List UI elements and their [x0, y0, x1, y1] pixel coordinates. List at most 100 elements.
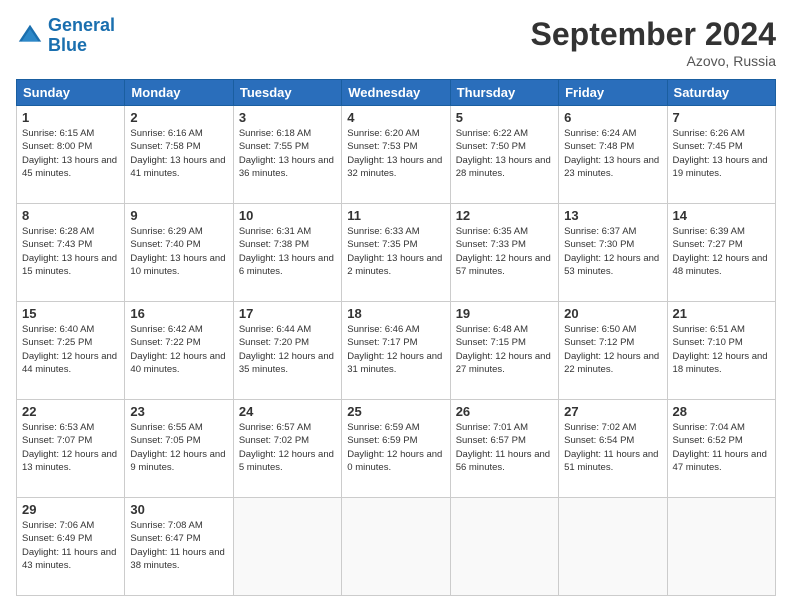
calendar-cell	[450, 498, 558, 596]
day-number: 16	[130, 306, 227, 321]
day-number: 9	[130, 208, 227, 223]
calendar-cell: 17 Sunrise: 6:44 AMSunset: 7:20 PMDaylig…	[233, 302, 341, 400]
month-title: September 2024	[531, 16, 776, 53]
calendar-cell: 26 Sunrise: 7:01 AMSunset: 6:57 PMDaylig…	[450, 400, 558, 498]
day-number: 25	[347, 404, 444, 419]
day-info: Sunrise: 6:40 AMSunset: 7:25 PMDaylight:…	[22, 323, 119, 376]
calendar-week-2: 8 Sunrise: 6:28 AMSunset: 7:43 PMDayligh…	[17, 204, 776, 302]
logo: General Blue	[16, 16, 115, 56]
calendar-cell: 19 Sunrise: 6:48 AMSunset: 7:15 PMDaylig…	[450, 302, 558, 400]
calendar-cell: 4 Sunrise: 6:20 AMSunset: 7:53 PMDayligh…	[342, 106, 450, 204]
calendar-cell: 13 Sunrise: 6:37 AMSunset: 7:30 PMDaylig…	[559, 204, 667, 302]
day-info: Sunrise: 6:35 AMSunset: 7:33 PMDaylight:…	[456, 225, 553, 278]
day-info: Sunrise: 6:50 AMSunset: 7:12 PMDaylight:…	[564, 323, 661, 376]
day-info: Sunrise: 7:01 AMSunset: 6:57 PMDaylight:…	[456, 421, 553, 474]
calendar-cell	[559, 498, 667, 596]
day-info: Sunrise: 6:57 AMSunset: 7:02 PMDaylight:…	[239, 421, 336, 474]
day-info: Sunrise: 6:16 AMSunset: 7:58 PMDaylight:…	[130, 127, 227, 180]
day-number: 11	[347, 208, 444, 223]
day-number: 1	[22, 110, 119, 125]
logo-icon	[16, 22, 44, 50]
day-number: 8	[22, 208, 119, 223]
col-tuesday: Tuesday	[233, 80, 341, 106]
calendar-cell: 2 Sunrise: 6:16 AMSunset: 7:58 PMDayligh…	[125, 106, 233, 204]
calendar-cell: 22 Sunrise: 6:53 AMSunset: 7:07 PMDaylig…	[17, 400, 125, 498]
day-info: Sunrise: 6:44 AMSunset: 7:20 PMDaylight:…	[239, 323, 336, 376]
col-wednesday: Wednesday	[342, 80, 450, 106]
calendar-cell: 14 Sunrise: 6:39 AMSunset: 7:27 PMDaylig…	[667, 204, 775, 302]
calendar-cell: 5 Sunrise: 6:22 AMSunset: 7:50 PMDayligh…	[450, 106, 558, 204]
day-info: Sunrise: 6:51 AMSunset: 7:10 PMDaylight:…	[673, 323, 770, 376]
calendar-cell	[233, 498, 341, 596]
day-number: 22	[22, 404, 119, 419]
col-monday: Monday	[125, 80, 233, 106]
calendar-cell: 8 Sunrise: 6:28 AMSunset: 7:43 PMDayligh…	[17, 204, 125, 302]
day-info: Sunrise: 6:59 AMSunset: 6:59 PMDaylight:…	[347, 421, 444, 474]
calendar-cell	[667, 498, 775, 596]
col-friday: Friday	[559, 80, 667, 106]
calendar-cell: 27 Sunrise: 7:02 AMSunset: 6:54 PMDaylig…	[559, 400, 667, 498]
calendar-cell: 16 Sunrise: 6:42 AMSunset: 7:22 PMDaylig…	[125, 302, 233, 400]
day-number: 28	[673, 404, 770, 419]
day-info: Sunrise: 7:08 AMSunset: 6:47 PMDaylight:…	[130, 519, 227, 572]
location: Azovo, Russia	[531, 53, 776, 69]
day-info: Sunrise: 6:22 AMSunset: 7:50 PMDaylight:…	[456, 127, 553, 180]
header: General Blue September 2024 Azovo, Russi…	[16, 16, 776, 69]
calendar-week-3: 15 Sunrise: 6:40 AMSunset: 7:25 PMDaylig…	[17, 302, 776, 400]
day-number: 6	[564, 110, 661, 125]
day-number: 12	[456, 208, 553, 223]
day-info: Sunrise: 6:20 AMSunset: 7:53 PMDaylight:…	[347, 127, 444, 180]
calendar-cell: 12 Sunrise: 6:35 AMSunset: 7:33 PMDaylig…	[450, 204, 558, 302]
calendar-cell: 6 Sunrise: 6:24 AMSunset: 7:48 PMDayligh…	[559, 106, 667, 204]
day-number: 29	[22, 502, 119, 517]
day-number: 5	[456, 110, 553, 125]
logo-blue: Blue	[48, 35, 87, 55]
calendar-week-5: 29 Sunrise: 7:06 AMSunset: 6:49 PMDaylig…	[17, 498, 776, 596]
day-info: Sunrise: 6:55 AMSunset: 7:05 PMDaylight:…	[130, 421, 227, 474]
calendar-week-1: 1 Sunrise: 6:15 AMSunset: 8:00 PMDayligh…	[17, 106, 776, 204]
calendar-cell: 23 Sunrise: 6:55 AMSunset: 7:05 PMDaylig…	[125, 400, 233, 498]
day-info: Sunrise: 6:15 AMSunset: 8:00 PMDaylight:…	[22, 127, 119, 180]
calendar-header-row: Sunday Monday Tuesday Wednesday Thursday…	[17, 80, 776, 106]
day-info: Sunrise: 6:24 AMSunset: 7:48 PMDaylight:…	[564, 127, 661, 180]
title-block: September 2024 Azovo, Russia	[531, 16, 776, 69]
calendar-cell: 18 Sunrise: 6:46 AMSunset: 7:17 PMDaylig…	[342, 302, 450, 400]
day-number: 20	[564, 306, 661, 321]
calendar-cell: 30 Sunrise: 7:08 AMSunset: 6:47 PMDaylig…	[125, 498, 233, 596]
day-number: 17	[239, 306, 336, 321]
day-info: Sunrise: 7:02 AMSunset: 6:54 PMDaylight:…	[564, 421, 661, 474]
day-info: Sunrise: 6:26 AMSunset: 7:45 PMDaylight:…	[673, 127, 770, 180]
day-number: 27	[564, 404, 661, 419]
day-number: 19	[456, 306, 553, 321]
day-info: Sunrise: 6:53 AMSunset: 7:07 PMDaylight:…	[22, 421, 119, 474]
day-number: 15	[22, 306, 119, 321]
calendar-cell: 20 Sunrise: 6:50 AMSunset: 7:12 PMDaylig…	[559, 302, 667, 400]
calendar-week-4: 22 Sunrise: 6:53 AMSunset: 7:07 PMDaylig…	[17, 400, 776, 498]
day-info: Sunrise: 6:33 AMSunset: 7:35 PMDaylight:…	[347, 225, 444, 278]
day-info: Sunrise: 7:04 AMSunset: 6:52 PMDaylight:…	[673, 421, 770, 474]
day-number: 3	[239, 110, 336, 125]
logo-general: General	[48, 15, 115, 35]
day-number: 21	[673, 306, 770, 321]
day-number: 26	[456, 404, 553, 419]
day-number: 4	[347, 110, 444, 125]
calendar-cell: 21 Sunrise: 6:51 AMSunset: 7:10 PMDaylig…	[667, 302, 775, 400]
calendar-cell: 3 Sunrise: 6:18 AMSunset: 7:55 PMDayligh…	[233, 106, 341, 204]
day-number: 10	[239, 208, 336, 223]
day-number: 18	[347, 306, 444, 321]
day-info: Sunrise: 6:29 AMSunset: 7:40 PMDaylight:…	[130, 225, 227, 278]
day-number: 13	[564, 208, 661, 223]
day-number: 23	[130, 404, 227, 419]
col-thursday: Thursday	[450, 80, 558, 106]
calendar-cell: 11 Sunrise: 6:33 AMSunset: 7:35 PMDaylig…	[342, 204, 450, 302]
col-sunday: Sunday	[17, 80, 125, 106]
day-number: 7	[673, 110, 770, 125]
day-number: 30	[130, 502, 227, 517]
calendar-cell: 9 Sunrise: 6:29 AMSunset: 7:40 PMDayligh…	[125, 204, 233, 302]
day-info: Sunrise: 6:28 AMSunset: 7:43 PMDaylight:…	[22, 225, 119, 278]
calendar-cell: 24 Sunrise: 6:57 AMSunset: 7:02 PMDaylig…	[233, 400, 341, 498]
calendar-cell: 15 Sunrise: 6:40 AMSunset: 7:25 PMDaylig…	[17, 302, 125, 400]
day-info: Sunrise: 6:46 AMSunset: 7:17 PMDaylight:…	[347, 323, 444, 376]
calendar-cell: 10 Sunrise: 6:31 AMSunset: 7:38 PMDaylig…	[233, 204, 341, 302]
day-info: Sunrise: 6:48 AMSunset: 7:15 PMDaylight:…	[456, 323, 553, 376]
